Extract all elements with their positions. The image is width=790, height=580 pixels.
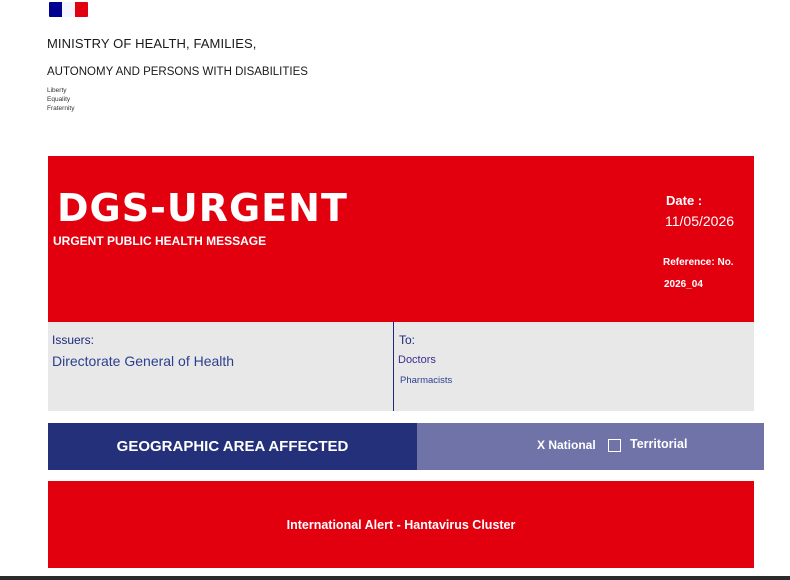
territorial-checkbox[interactable] (608, 439, 621, 452)
motto-fraternity: Fraternity (47, 105, 75, 112)
reference-value: 2026_04 (664, 279, 703, 290)
republic-motto: Liberty Equality Fraternity (47, 86, 74, 113)
urgent-banner: DGS-URGENT URGENT PUBLIC HEALTH MESSAGE … (48, 156, 754, 322)
issuers-label: Issuers: (52, 333, 95, 347)
alert-message-bar: International Alert - Hantavirus Cluster (48, 481, 754, 568)
banner-title: DGS-URGENT (57, 186, 348, 230)
issuers-value: Directorate General of Health (52, 353, 235, 369)
date-value: 11/05/2026 (665, 213, 735, 229)
bottom-divider (0, 576, 790, 580)
option-national: X National (537, 438, 596, 452)
republic-flag-logo (49, 2, 88, 17)
ministry-name-line2: AUTONOMY AND PERSONS WITH DISABILITIES (47, 66, 308, 78)
motto-liberty: Liberty (47, 87, 67, 94)
geographic-area-options: X National Territorial (417, 423, 764, 470)
date-label: Date : (666, 193, 703, 208)
recipient-doctors: Doctors (398, 354, 436, 366)
reference-label: Reference: No. (663, 257, 734, 268)
to-label: To: (399, 333, 416, 347)
recipient-pharmacists: Pharmacists (400, 375, 453, 386)
issuers-recipients-panel: Issuers: Directorate General of Health T… (48, 322, 754, 411)
banner-subtitle: URGENT PUBLIC HEALTH MESSAGE (53, 234, 267, 248)
panel-divider (393, 322, 394, 411)
alert-text: International Alert - Hantavirus Cluster (286, 517, 516, 532)
motto-equality: Equality (47, 96, 71, 103)
ministry-name-line1: MINISTRY OF HEALTH, FAMILIES, (47, 36, 257, 51)
option-territorial: Territorial (630, 437, 688, 451)
geographic-area-title: GEOGRAPHIC AREA AFFECTED (48, 423, 417, 470)
